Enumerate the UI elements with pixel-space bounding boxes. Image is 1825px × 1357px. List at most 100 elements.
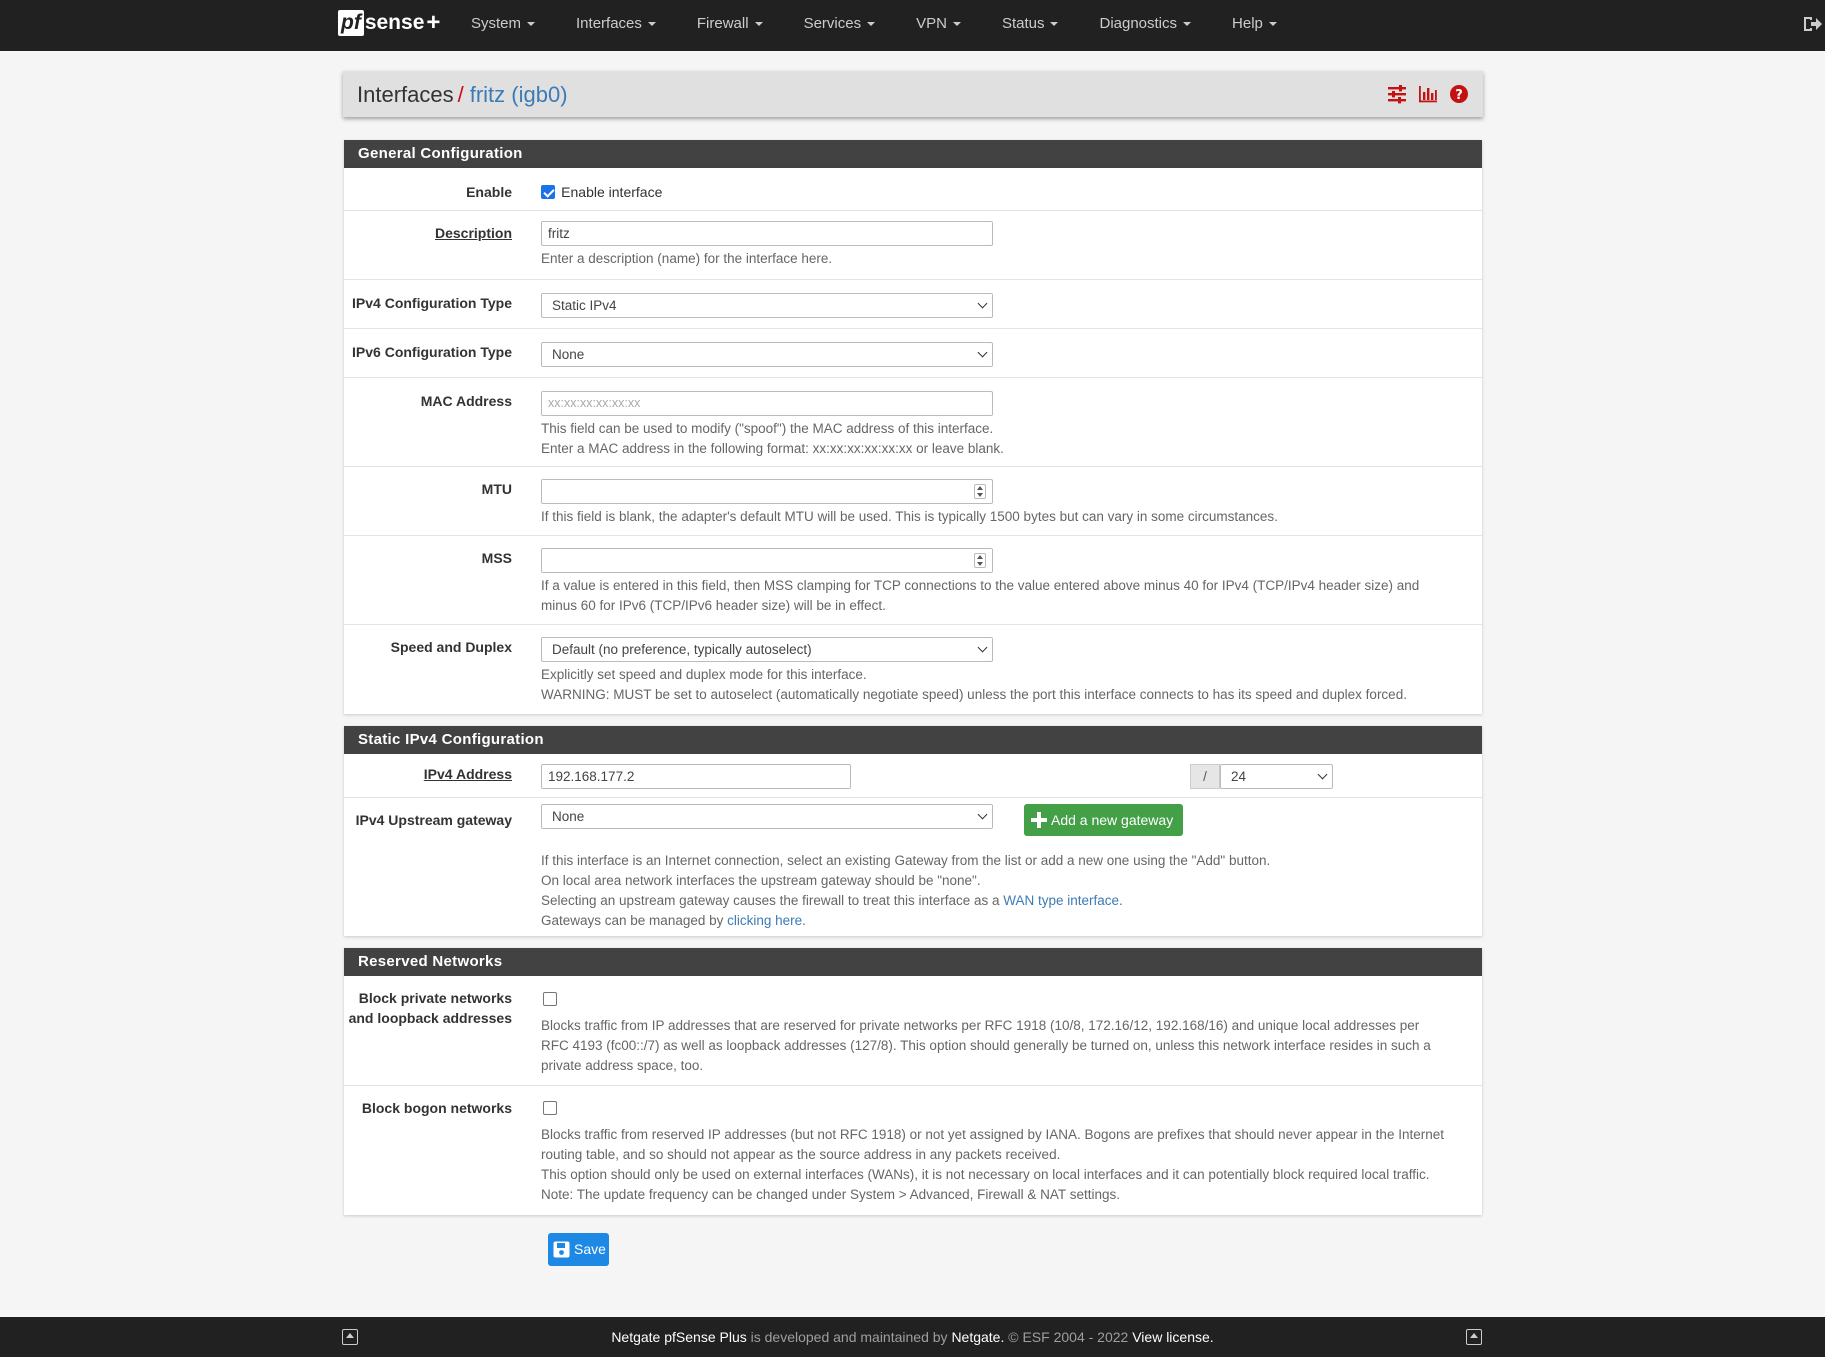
- footer-company[interactable]: Netgate.: [951, 1329, 1004, 1345]
- mac-input[interactable]: xx:xx:xx:xx:xx:xx: [541, 391, 993, 416]
- wan-type-link[interactable]: WAN type interface: [1003, 893, 1119, 908]
- block-private-help-1: Blocks traffic from IP addresses that ar…: [541, 1018, 1420, 1033]
- gateway-help-4: Gateways can be managed by clicking here…: [541, 911, 1270, 931]
- mss-field: If a value is entered in this field, the…: [541, 548, 1419, 616]
- block-private-label: Block private networks and loopback addr…: [344, 988, 512, 1028]
- enable-checkbox[interactable]: [541, 185, 555, 200]
- menu-label: Services: [803, 15, 862, 32]
- footer: Netgate pfSense Plus is developed and ma…: [0, 1317, 1825, 1357]
- caret-down-icon: [952, 22, 961, 27]
- ipv6-type-row: IPv6 Configuration Type None: [344, 329, 1482, 378]
- mtu-row: MTU If this field is blank, the adapter'…: [344, 467, 1482, 536]
- speed-select[interactable]: Default (no preference, typically autose…: [541, 637, 993, 662]
- save-button[interactable]: Save: [548, 1233, 609, 1266]
- ipv4-address-row: IPv4 Address 192.168.177.2 / 24: [344, 754, 1482, 798]
- menu-services[interactable]: Services: [804, 0, 890, 51]
- spinner-icon[interactable]: [974, 484, 986, 499]
- menu-firewall[interactable]: Firewall: [697, 0, 777, 51]
- mtu-label: MTU: [481, 481, 512, 497]
- menu-status[interactable]: Status: [1002, 0, 1073, 51]
- enable-row: Enable Enable interface: [344, 168, 1482, 211]
- cidr-select[interactable]: 24: [1220, 764, 1333, 789]
- block-bogon-field: Blocks traffic from reserved IP addresse…: [541, 1099, 1444, 1205]
- enable-label: Enable: [466, 184, 512, 200]
- general-configuration-panel: General Configuration: [344, 140, 1482, 168]
- footer-text: is developed and maintained by: [746, 1329, 952, 1345]
- select-value: Default (no preference, typically autose…: [552, 642, 812, 657]
- gateway-help-3: Selecting an upstream gateway causes the…: [541, 891, 1270, 911]
- label-line: Block private networks: [358, 990, 512, 1006]
- save-label: Save: [574, 1241, 606, 1257]
- mac-label: MAC Address: [420, 393, 512, 409]
- plus-icon: [1031, 812, 1047, 828]
- pfsense-logo[interactable]: pf sense +: [338, 10, 440, 36]
- block-bogon-checkbox[interactable]: [543, 1101, 557, 1116]
- description-row: Description fritz Enter a description (n…: [344, 211, 1482, 280]
- gateway-select[interactable]: None: [541, 804, 993, 829]
- menu-label: Firewall: [696, 15, 749, 32]
- sign-out-icon[interactable]: [1802, 14, 1822, 34]
- block-bogon-help-4: Note: The update frequency can be change…: [541, 1187, 1120, 1202]
- menu-label: VPN: [916, 15, 947, 32]
- general-body: Enable Enable interface Description frit…: [344, 168, 1482, 714]
- caret-down-icon: [1268, 22, 1277, 27]
- menu-system[interactable]: System: [471, 0, 549, 51]
- footer-product[interactable]: Netgate pfSense Plus: [611, 1329, 746, 1345]
- menu-label: Interfaces: [576, 15, 642, 32]
- spinner-icon[interactable]: [974, 553, 986, 568]
- ipv4-type-field: Static IPv4: [541, 293, 993, 318]
- ipv4-type-label: IPv4 Configuration Type: [352, 295, 512, 311]
- mtu-input[interactable]: [541, 479, 993, 504]
- breadcrumb-current[interactable]: fritz (igb0): [470, 82, 568, 107]
- chevron-down-icon: [977, 642, 988, 653]
- help-circle-icon[interactable]: ?: [1449, 84, 1469, 104]
- footer-copyright: © ESF 2004 - 2022: [1004, 1329, 1133, 1345]
- ipv4-type-select[interactable]: Static IPv4: [541, 293, 993, 318]
- block-bogon-row: Block bogon networks Blocks traffic from…: [344, 1086, 1482, 1215]
- speed-label: Speed and Duplex: [390, 639, 512, 655]
- select-value: None: [552, 809, 585, 824]
- menu-vpn[interactable]: VPN: [916, 0, 975, 51]
- description-input[interactable]: fritz: [541, 221, 993, 246]
- block-private-field: Blocks traffic from IP addresses that ar…: [541, 990, 1431, 1076]
- footer-license-link[interactable]: View license.: [1132, 1329, 1213, 1345]
- caret-down-icon: [647, 22, 656, 27]
- top-navbar: pf sense + System Interfaces Firewall Se…: [0, 0, 1825, 51]
- chevron-down-icon: [977, 298, 988, 309]
- block-private-checkbox[interactable]: [543, 992, 557, 1007]
- ipv4-address-input[interactable]: 192.168.177.2: [541, 764, 851, 789]
- speed-help-1: Explicitly set speed and duplex mode for…: [541, 667, 867, 682]
- gateway-help: If this interface is an Internet connect…: [541, 851, 1270, 931]
- caret-down-icon: [867, 22, 876, 27]
- ipv4-address-field: 192.168.177.2: [541, 764, 851, 789]
- breadcrumb-root[interactable]: Interfaces: [357, 82, 454, 107]
- scroll-top-icon[interactable]: [342, 1329, 358, 1345]
- menu-label: Diagnostics: [1099, 15, 1178, 32]
- add-gateway-button[interactable]: Add a new gateway: [1024, 804, 1184, 836]
- block-private-help-3: private address space, too.: [541, 1058, 704, 1073]
- select-value: None: [552, 347, 585, 362]
- mss-input[interactable]: [541, 548, 993, 573]
- bar-chart-icon[interactable]: [1418, 84, 1438, 104]
- menu-interfaces[interactable]: Interfaces: [576, 0, 670, 51]
- scroll-top-icon[interactable]: [1466, 1329, 1482, 1345]
- gateway-help-1: If this interface is an Internet connect…: [541, 853, 1271, 868]
- mac-help-1: This field can be used to modify ("spoof…: [541, 421, 994, 436]
- speed-field: Default (no preference, typically autose…: [541, 637, 1407, 705]
- mtu-help: If this field is blank, the adapter's de…: [541, 509, 1278, 524]
- sliders-icon[interactable]: [1387, 84, 1407, 104]
- mtu-field: If this field is blank, the adapter's de…: [541, 479, 1278, 527]
- description-field: fritz Enter a description (name) for the…: [541, 221, 993, 269]
- menu-label: Help: [1232, 15, 1263, 32]
- menu-diagnostics[interactable]: Diagnostics: [1099, 0, 1205, 51]
- logo-pf: pf: [338, 10, 364, 36]
- block-private-row: Block private networks and loopback addr…: [344, 976, 1482, 1086]
- reserved-networks-panel: Reserved Networks Block private networks…: [344, 948, 1482, 1215]
- chevron-down-icon: [977, 809, 988, 820]
- menu-help[interactable]: Help: [1232, 0, 1291, 51]
- ipv6-type-select[interactable]: None: [541, 342, 993, 367]
- block-bogon-help-1: Blocks traffic from reserved IP addresse…: [541, 1127, 1444, 1142]
- enable-checkbox-label[interactable]: Enable interface: [561, 184, 662, 200]
- manage-gateways-link[interactable]: clicking here: [727, 913, 802, 928]
- breadcrumb: Interfaces / fritz (igb0) ?: [343, 71, 1483, 117]
